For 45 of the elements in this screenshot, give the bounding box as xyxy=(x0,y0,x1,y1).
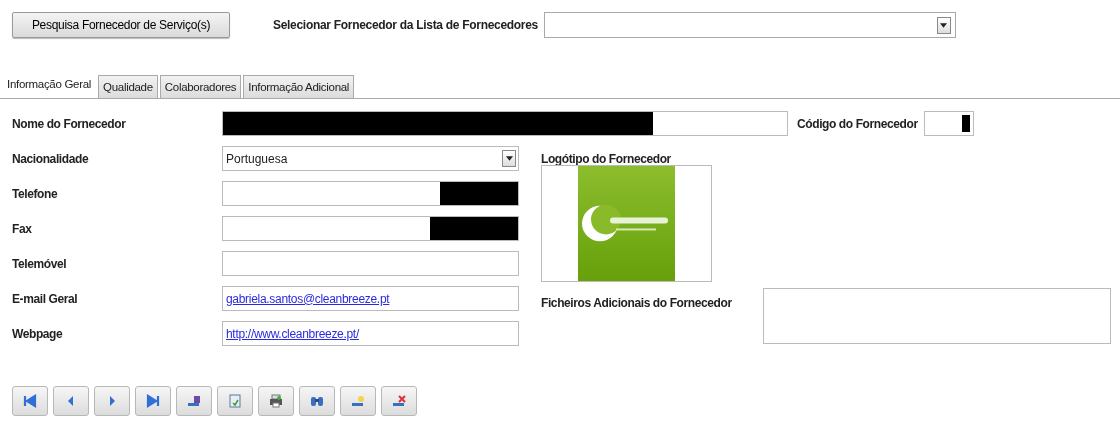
search-supplier-button[interactable]: Pesquisa Fornecedor de Serviço(s) xyxy=(12,12,230,38)
input-field[interactable] xyxy=(222,251,519,276)
field-label: Ficheiros Adicionais do Fornecedor xyxy=(541,296,733,310)
document-icon xyxy=(227,393,243,409)
save-record-icon xyxy=(186,393,202,409)
tab[interactable]: Informação Geral xyxy=(2,72,97,98)
field-label: Selecionar Fornecedor da Lista de Fornecedores xyxy=(273,18,538,32)
input-field[interactable] xyxy=(222,111,788,136)
field-label: Telemóvel xyxy=(12,256,68,271)
field-label: Fax xyxy=(12,221,33,236)
delete-record-button[interactable] xyxy=(381,386,417,416)
link[interactable]: http://www.cleanbreeze.pt/ xyxy=(226,326,359,341)
input-field[interactable] xyxy=(923,111,974,136)
binoculars-button[interactable] xyxy=(299,386,335,416)
caret-icon xyxy=(940,22,948,28)
nationality-dropdown[interactable]: Portuguesa xyxy=(222,146,519,171)
delete-record-icon xyxy=(391,393,407,409)
dropdown-button[interactable] xyxy=(936,16,951,34)
printer-icon xyxy=(268,393,284,409)
new-record-icon xyxy=(350,393,366,409)
files-field[interactable] xyxy=(763,288,1111,344)
input-field[interactable] xyxy=(222,181,519,206)
field-label: Webpage xyxy=(12,326,64,341)
tab[interactable]: Qualidade xyxy=(98,75,158,98)
caret-icon xyxy=(505,156,513,161)
tab[interactable]: Colaboradores xyxy=(159,75,242,98)
field-label: E-mail Geral xyxy=(12,291,79,306)
first-record-icon xyxy=(22,393,38,409)
save-record-button[interactable] xyxy=(176,386,212,416)
dropdown-button[interactable] xyxy=(502,150,516,167)
field-label: Nacionalidade xyxy=(12,151,90,166)
input-field[interactable] xyxy=(222,216,519,241)
field-label: Telefone xyxy=(12,186,59,201)
new-record-button[interactable] xyxy=(340,386,376,416)
tab[interactable]: Informação Adicional xyxy=(243,75,355,98)
field-label: Nome do Fornecedor xyxy=(12,116,127,131)
input-field[interactable]: http://www.cleanbreeze.pt/ xyxy=(222,321,519,346)
last-record-button[interactable] xyxy=(135,386,171,416)
printer-button[interactable] xyxy=(258,386,294,416)
last-record-icon xyxy=(145,393,161,409)
field-label: Logótipo do Fornecedor xyxy=(541,150,672,168)
first-record-button[interactable] xyxy=(12,386,48,416)
field-label: Código do Fornecedor xyxy=(797,116,918,131)
input-field[interactable]: gabriela.santos@cleanbreeze.pt xyxy=(222,286,519,311)
link[interactable]: gabriela.santos@cleanbreeze.pt xyxy=(226,291,390,306)
